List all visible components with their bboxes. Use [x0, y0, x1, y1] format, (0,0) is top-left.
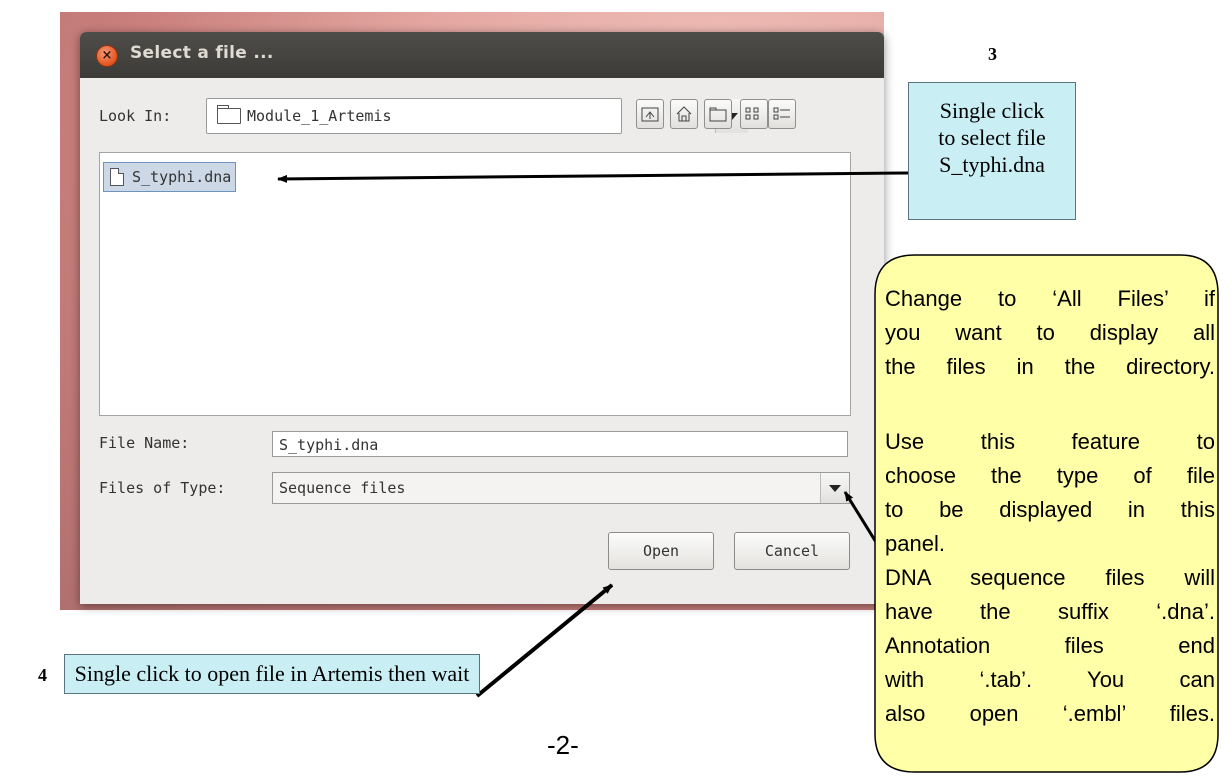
note-line: panel.	[885, 531, 945, 556]
cancel-button[interactable]: Cancel	[734, 532, 850, 570]
note-line: Use this feature to	[885, 429, 1215, 454]
callout-line: Single click	[939, 98, 1045, 123]
callout-line: to select file	[938, 125, 1046, 150]
note-line: the files in the directory.	[885, 354, 1215, 379]
file-chooser-dialog: × Select a file ... Look In: Module_1_Ar…	[80, 32, 884, 604]
note-line: you want to display all	[885, 320, 1215, 345]
open-button[interactable]: Open	[608, 532, 714, 570]
file-list[interactable]: S_typhi.dna	[99, 152, 851, 416]
list-view-icon[interactable]	[740, 99, 768, 129]
note-line: have the suffix ‘.dna’.	[885, 599, 1215, 624]
new-folder-icon[interactable]	[704, 99, 732, 129]
file-icon	[110, 168, 124, 186]
look-in-label: Look In:	[99, 107, 172, 125]
note-line: to be displayed in this	[885, 497, 1215, 522]
file-name: S_typhi.dna	[132, 168, 232, 186]
close-icon[interactable]: ×	[96, 45, 118, 67]
look-in-value: Module_1_Artemis	[247, 107, 392, 125]
files-of-type-value: Sequence files	[279, 479, 406, 497]
step-3-callout: Single click to select file S_typhi.dna	[908, 82, 1076, 220]
note-line: DNA sequence files will	[885, 565, 1215, 590]
look-in-dropdown[interactable]: Module_1_Artemis	[206, 98, 748, 134]
callout-line: S_typhi.dna	[939, 152, 1045, 177]
step-4-number: 4	[38, 665, 47, 685]
page-number: -2-	[547, 730, 579, 760]
files-of-type-dropdown[interactable]: Sequence files	[272, 472, 850, 504]
title-bar: × Select a file ...	[80, 32, 884, 78]
step-3-number: 3	[988, 44, 997, 64]
up-folder-icon[interactable]	[636, 99, 664, 129]
file-name-field[interactable]: S_typhi.dna	[272, 431, 848, 457]
note-line: Change to ‘All Files’ if	[885, 286, 1215, 311]
folder-icon	[217, 105, 241, 124]
note-line: Annotation files end	[885, 633, 1215, 658]
note-line: choose the type of file	[885, 463, 1215, 488]
note-line: also open ‘.embl’ files.	[885, 701, 1215, 726]
step-4-callout: Single click to open file in Artemis the…	[64, 654, 480, 694]
details-view-icon[interactable]	[768, 99, 796, 129]
dialog-title: Select a file ...	[130, 43, 274, 63]
file-name-label: File Name:	[99, 434, 190, 452]
chevron-down-icon[interactable]	[820, 473, 849, 503]
home-icon[interactable]	[670, 99, 698, 129]
files-of-type-label: Files of Type:	[99, 479, 226, 497]
list-item[interactable]: S_typhi.dna	[103, 162, 237, 192]
note-line: with ‘.tab’. You can	[885, 667, 1215, 692]
